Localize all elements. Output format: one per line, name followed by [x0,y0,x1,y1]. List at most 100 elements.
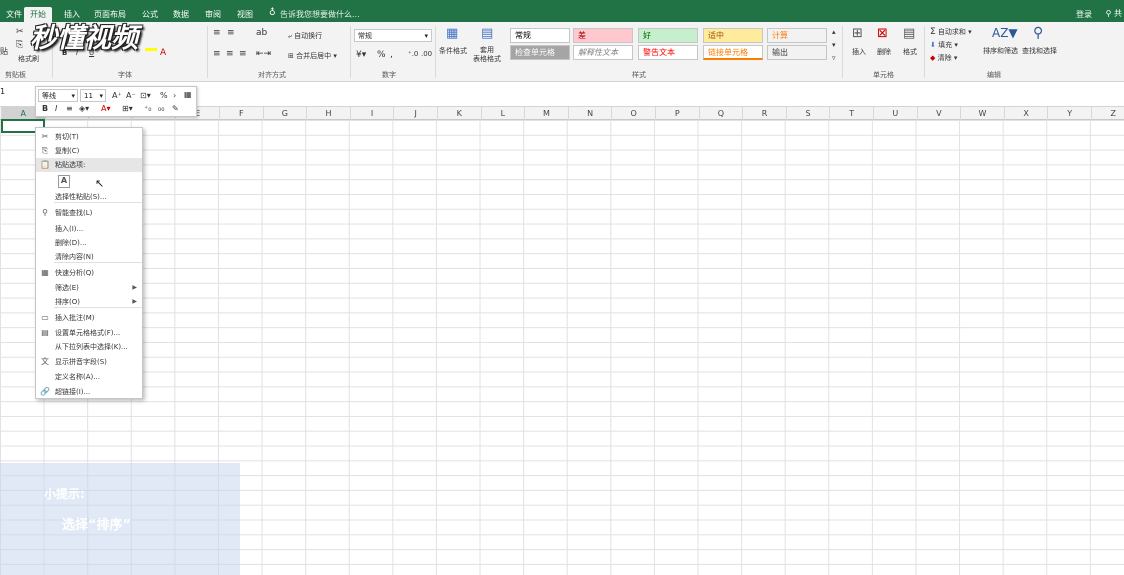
column-header-K[interactable]: K [438,107,482,120]
cell-style-1[interactable]: 差 [573,28,633,43]
cell-style-7[interactable]: 警告文本 [638,45,698,60]
tab-formulas[interactable]: 公式 [136,7,164,22]
find-select-button[interactable]: 查找和选择 [1022,46,1057,56]
align-center-icon[interactable]: ≡ [226,49,234,59]
autosum-button[interactable]: Σ 自动求和 ▾ [930,27,972,37]
cell-style-2[interactable]: 好 [638,28,698,43]
cell-style-3[interactable]: 适中 [703,28,763,43]
percent-button[interactable]: % [377,50,386,60]
menu-item-item-10[interactable]: 筛选(E) ▶ [36,281,142,295]
menu-item-item-6[interactable]: 插入(I)... [36,222,142,236]
wrap-text-button[interactable]: ⤶ 自动换行 [288,31,322,41]
cut-icon[interactable]: ✂ [16,27,24,37]
column-header-T[interactable]: T [830,107,874,120]
currency-icon[interactable]: ¥▾ [356,50,366,60]
merge-center-button[interactable]: ⊞ 合并后居中 ▾ [288,51,337,61]
insert-cells-button[interactable]: 插入 [852,47,866,57]
gallery-scroll-down[interactable]: ▾ [832,41,836,49]
column-header-Q[interactable]: Q [700,107,744,120]
tell-me-input[interactable]: 告诉我您想要做什么... [280,9,360,20]
menu-item-smart-lookup[interactable]: ⚲ 智能查找(L) [36,206,142,220]
menu-item-quick-analysis[interactable]: ▦ 快速分析(Q) [36,266,142,280]
menu-item-paste-text[interactable]: A [36,174,142,188]
orientation-icon[interactable]: ab [256,28,267,38]
font-color-icon[interactable]: A▾ [101,104,111,113]
menu-item-phonetic[interactable]: 文显示拼音字段(S) [36,355,142,369]
menu-item-comment[interactable]: ▭ 插入批注(M) [36,311,142,325]
copy-icon[interactable]: ⎘ [16,40,23,50]
column-header-I[interactable]: I [351,107,395,120]
column-header-M[interactable]: M [525,107,569,120]
format-painter-button[interactable]: 格式刷 [18,54,39,64]
borders-icon[interactable]: ⊞▾ [122,104,133,113]
highlight-color-icon[interactable] [145,48,157,51]
menu-item-hyperlink[interactable]: 🔗 超链接(I)... [36,385,142,399]
column-header-Y[interactable]: Y [1048,107,1092,120]
column-header-F[interactable]: F [220,107,264,120]
cell-style-8[interactable]: 链接单元格 [703,45,763,60]
column-header-H[interactable]: H [307,107,351,120]
decrease-font-icon[interactable]: A⁻ [126,91,136,100]
cell-style-9[interactable]: 输出 [767,45,827,60]
menu-item-item-8[interactable]: 清除内容(N) [36,250,142,264]
column-header-O[interactable]: O [612,107,656,120]
conditional-format-button[interactable]: 条件格式 [439,46,467,56]
increase-decimal-icon[interactable]: ⁺₀ [144,104,151,113]
eraser-icon[interactable]: ✎ [172,104,179,113]
cell-style-5[interactable]: 检查单元格 [510,45,570,60]
tab-review[interactable]: 审阅 [199,7,227,22]
indent-icon[interactable]: ⇤⇥ [256,49,271,59]
font-name-select[interactable]: 等线 ▾ [38,89,78,102]
column-header-G[interactable]: G [264,107,308,120]
bold-button[interactable]: B [42,104,48,113]
percent-button[interactable]: % [160,91,168,100]
format-as-table-button[interactable]: 套用 表格格式 [473,46,501,64]
decrease-decimal-icon[interactable]: ₀₀ [158,104,164,113]
column-header-V[interactable]: V [918,107,962,120]
cell-style-4[interactable]: 计算 [767,28,827,43]
column-header-U[interactable]: U [874,107,918,120]
comma-icon[interactable]: › [173,91,176,100]
align-middle-icon[interactable]: ≡ [227,28,235,38]
increase-decimal-icon[interactable]: ⁺.0 [408,50,418,58]
align-center-icon[interactable]: ≡ [66,104,73,113]
column-header-S[interactable]: S [787,107,831,120]
column-header-N[interactable]: N [569,107,613,120]
increase-font-icon[interactable]: A⁺ [112,91,122,100]
menu-item-copy[interactable]: ⎘ 复制(C) [36,144,142,158]
gallery-scroll-up[interactable]: ▴ [832,28,836,36]
comma-button[interactable]: , [390,50,393,60]
decrease-decimal-icon[interactable]: .00 [421,50,432,58]
format-painter-icon[interactable]: ▦ [184,90,192,99]
currency-icon[interactable]: ⊡▾ [140,91,151,100]
column-header-R[interactable]: R [743,107,787,120]
clear-button[interactable]: ◆ 清除 ▾ [930,53,957,63]
format-button[interactable]: 格式 [903,47,917,57]
menu-item-item-14[interactable]: 从下拉列表中选择(K)... [36,340,142,354]
column-header-L[interactable]: L [482,107,526,120]
menu-item-item-4[interactable]: 选择性粘贴(S)... [36,190,142,204]
sort-filter-button[interactable]: 排序和筛选 [983,46,1018,56]
column-header-J[interactable]: J [394,107,438,120]
tab-view[interactable]: 视图 [231,7,259,22]
number-format-select[interactable]: 常规 ▾ [354,29,432,42]
menu-item-scissors[interactable]: ✂ 剪切(T) [36,130,142,144]
menu-item-format-cells[interactable]: ▤ 设置单元格格式(F)... [36,326,142,340]
fill-color-icon[interactable]: ◈▾ [79,104,89,113]
align-left-icon[interactable]: ≡ [213,49,221,59]
delete-cells-button[interactable]: 删除 [877,47,891,57]
menu-item-item-11[interactable]: 排序(O) ▶ [36,295,142,309]
share-button[interactable]: ⚲ 共 [1106,8,1122,19]
column-header-Z[interactable]: Z [1092,107,1124,120]
cell-style-0[interactable]: 常规 [510,28,570,43]
italic-button[interactable]: I [55,104,57,113]
menu-item-item-16[interactable]: 定义名称(A)... [36,370,142,384]
tab-data[interactable]: 数据 [167,7,195,22]
column-header-X[interactable]: X [1005,107,1049,120]
font-color-icon[interactable]: A [160,48,166,58]
gallery-more[interactable]: ▿ [832,54,836,62]
column-header-P[interactable]: P [656,107,700,120]
font-size-select[interactable]: 11 ▾ [80,89,106,102]
login-link[interactable]: 登录 [1076,9,1092,20]
column-header-W[interactable]: W [961,107,1005,120]
